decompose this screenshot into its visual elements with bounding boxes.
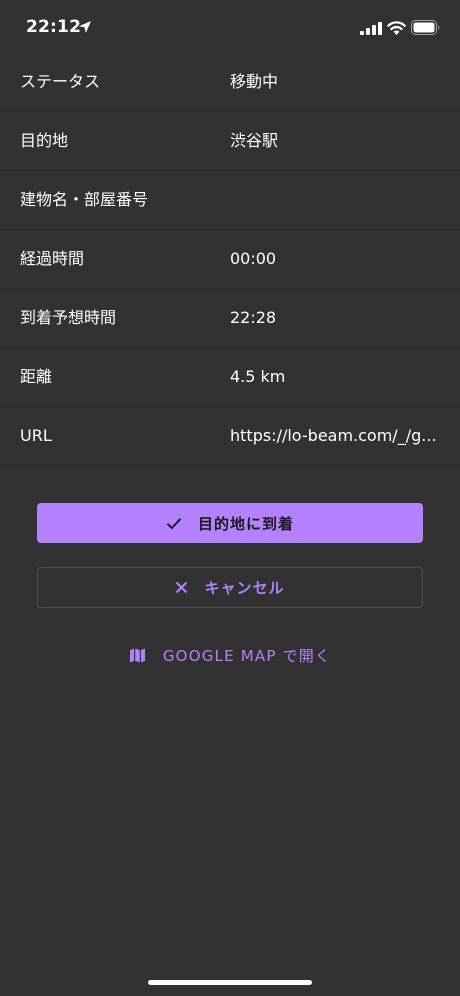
home-indicator — [148, 980, 312, 985]
info-row-elapsed-time: 経過時間 00:00 — [0, 230, 460, 289]
info-row-eta: 到着予想時間 22:28 — [0, 289, 460, 348]
info-value: 4.5 km — [230, 367, 286, 386]
info-value: 渋谷駅 — [230, 131, 279, 150]
location-arrow-icon — [79, 21, 91, 33]
status-time: 22:12 — [26, 17, 82, 37]
info-row-url: URL https://lo-beam.com/_/g... — [0, 407, 460, 466]
cancel-button-label: キャンセル — [204, 579, 285, 597]
check-icon — [166, 517, 182, 529]
info-row-destination: 目的地 渋谷駅 — [0, 112, 460, 171]
arrive-destination-button[interactable]: 目的地に到着 — [37, 503, 423, 543]
info-label: 建物名・部屋番号 — [20, 190, 149, 209]
info-value: 移動中 — [230, 72, 279, 91]
cellular-signal-icon — [360, 22, 382, 35]
close-icon — [176, 581, 188, 594]
info-label: 目的地 — [20, 131, 69, 150]
info-value: 22:28 — [230, 308, 277, 327]
info-row-status: ステータス 移動中 — [0, 53, 460, 112]
info-label: ステータス — [20, 72, 101, 91]
url-link[interactable]: https://lo-beam.com/_/g... — [230, 407, 438, 465]
status-bar: 22:12 — [0, 0, 460, 56]
wifi-icon — [387, 21, 406, 35]
info-label: 経過時間 — [20, 249, 85, 268]
open-google-map-button[interactable]: GOOGLE MAP で開く — [90, 638, 370, 672]
trip-info-list: ステータス 移動中 目的地 渋谷駅 建物名・部屋番号 経過時間 00:00 到着… — [0, 53, 460, 466]
map-button-label: GOOGLE MAP で開く — [162, 646, 332, 665]
info-row-building: 建物名・部屋番号 — [0, 171, 460, 230]
info-label: 距離 — [20, 367, 53, 386]
battery-icon — [411, 20, 440, 35]
info-row-distance: 距離 4.5 km — [0, 348, 460, 407]
info-value: 00:00 — [230, 249, 277, 268]
info-label: URL — [20, 426, 52, 445]
cancel-button[interactable]: キャンセル — [37, 567, 423, 608]
arrive-button-label: 目的地に到着 — [197, 514, 294, 533]
info-label: 到着予想時間 — [20, 308, 117, 327]
map-icon — [129, 647, 145, 663]
